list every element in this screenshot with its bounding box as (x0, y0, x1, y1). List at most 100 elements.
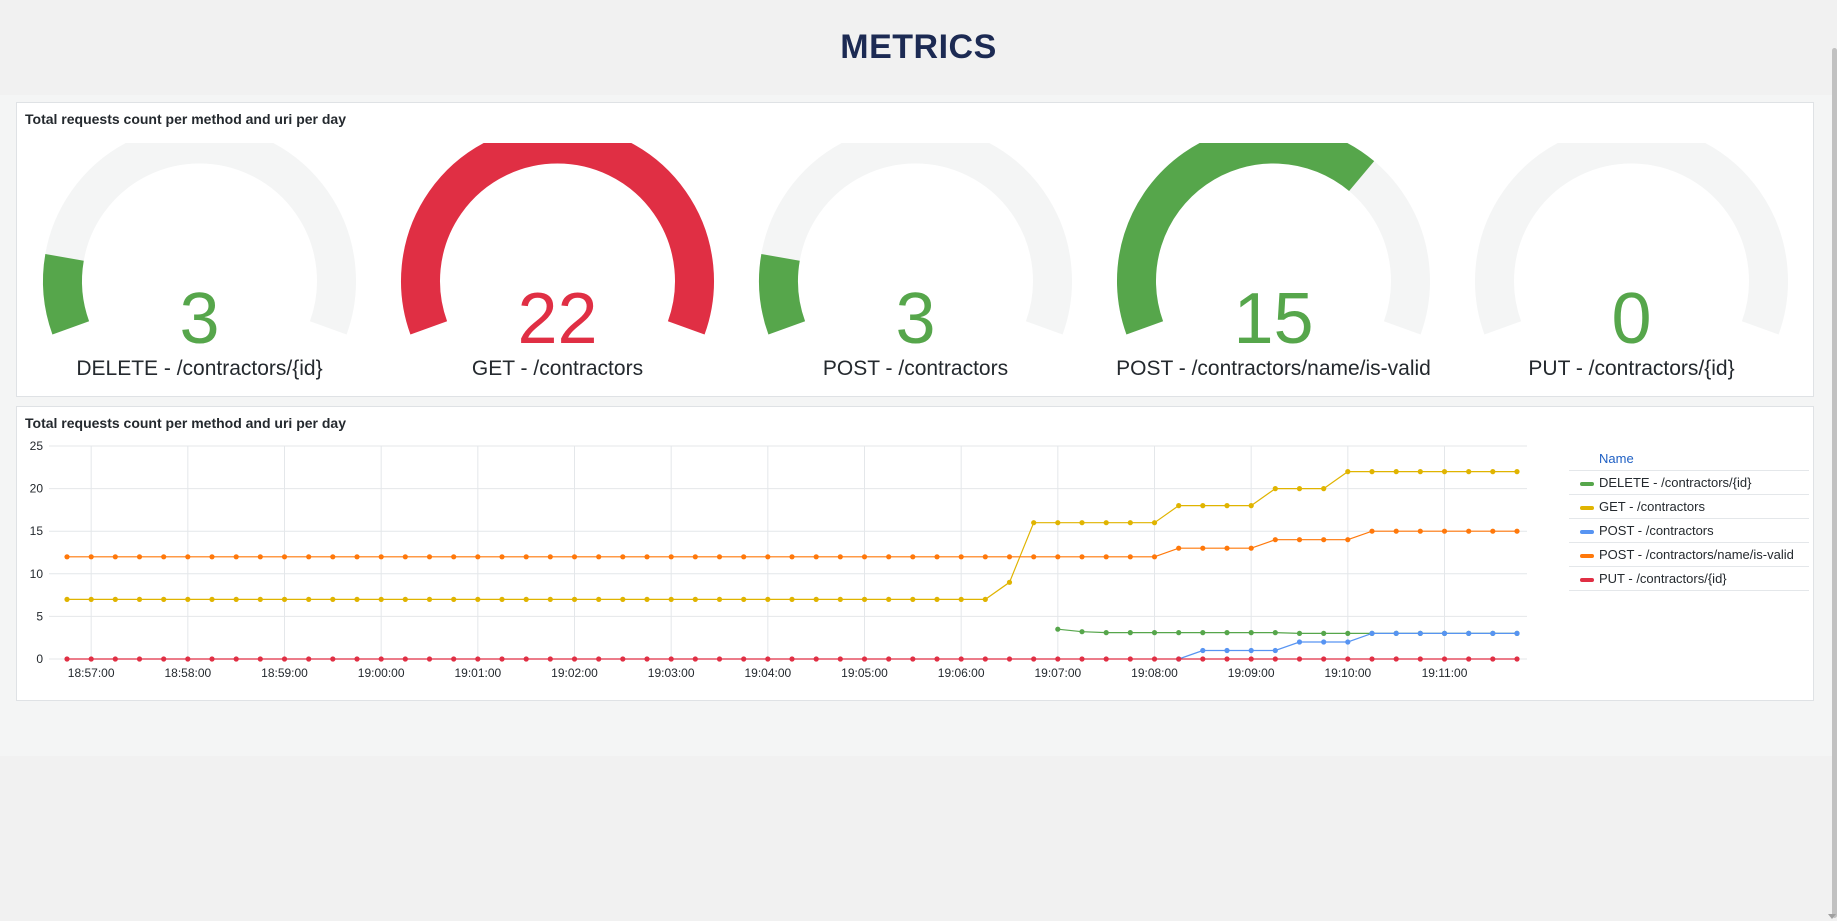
data-point (354, 596, 360, 602)
data-point (596, 656, 602, 662)
data-point (1417, 630, 1423, 636)
data-point (1272, 656, 1278, 662)
gauge-3: 3 POST - /contractors (743, 143, 1088, 393)
data-point (668, 656, 674, 662)
data-point (257, 554, 263, 560)
data-point (306, 554, 312, 560)
data-point (596, 554, 602, 560)
data-point (402, 656, 408, 662)
data-point (1514, 656, 1520, 662)
data-point (1466, 528, 1472, 534)
data-point (620, 656, 626, 662)
data-point (547, 596, 553, 602)
x-tick-label: 19:10:00 (1324, 666, 1371, 677)
legend-item[interactable]: DELETE - /contractors/{id} (1569, 471, 1809, 495)
data-point (644, 554, 650, 560)
legend-label: GET - /contractors (1599, 499, 1705, 514)
data-point (547, 656, 553, 662)
gauge-1: 3 DELETE - /contractors/{id} (27, 143, 372, 393)
y-tick-label: 10 (30, 567, 44, 581)
scroll-down-arrow-icon[interactable] (1828, 914, 1836, 919)
gauge-value: 15 (1233, 279, 1314, 359)
data-point (426, 596, 433, 602)
x-tick-label: 19:03:00 (648, 666, 695, 677)
data-point (185, 554, 191, 560)
data-point (886, 596, 892, 602)
legend-item[interactable]: GET - /contractors (1569, 495, 1809, 519)
x-tick-label: 18:58:00 (164, 666, 211, 677)
data-point (378, 554, 384, 560)
data-point (668, 554, 674, 560)
data-point (716, 596, 723, 602)
data-point (1514, 528, 1520, 534)
data-point (1369, 630, 1375, 636)
data-point (861, 554, 868, 560)
data-point (1006, 554, 1013, 560)
data-point (209, 656, 215, 662)
data-point (1272, 647, 1278, 654)
data-point (1272, 630, 1278, 636)
data-point (958, 554, 964, 560)
series-line (1057, 628, 1517, 634)
y-tick-label: 5 (36, 609, 43, 623)
data-point (64, 596, 70, 602)
data-point (668, 596, 674, 602)
legend-item[interactable]: PUT - /contractors/{id} (1569, 567, 1809, 591)
legend-swatch (1580, 506, 1594, 510)
legend-header-name[interactable]: Name (1569, 447, 1809, 471)
data-point (571, 656, 578, 662)
legend-swatch (1580, 482, 1594, 486)
gauge-label: PUT - /contractors/{id} (1528, 357, 1735, 380)
data-point (1441, 630, 1448, 636)
chart-legend: Name DELETE - /contractors/{id} GET - /co… (1569, 447, 1809, 591)
data-point (1151, 520, 1158, 526)
data-point (402, 596, 408, 602)
data-point (1079, 520, 1085, 526)
gauge-value: 3 (895, 279, 936, 359)
data-point (620, 554, 626, 560)
data-point (1200, 503, 1206, 509)
data-point (1103, 520, 1109, 526)
data-point (1200, 656, 1206, 662)
data-point (1490, 656, 1496, 662)
data-point (1224, 656, 1230, 662)
data-point (330, 554, 336, 560)
data-point (813, 596, 819, 602)
data-point (1417, 469, 1423, 475)
gauge-5: 0 PUT - /contractors/{id} (1459, 143, 1804, 393)
data-point (354, 554, 360, 560)
data-point (1345, 656, 1351, 662)
data-point (88, 554, 94, 560)
data-point (1176, 630, 1182, 636)
data-point (1296, 639, 1303, 645)
legend-item[interactable]: POST - /contractors (1569, 519, 1809, 543)
data-point (1345, 537, 1351, 543)
gauge-label: POST - /contractors (822, 357, 1009, 380)
legend-item[interactable]: POST - /contractors/name/is-valid (1569, 543, 1809, 567)
data-point (233, 554, 239, 560)
data-point (209, 554, 215, 560)
data-point (1296, 486, 1303, 492)
page-scrollbar[interactable] (1832, 48, 1837, 918)
gauge-label: DELETE - /contractors/{id} (76, 357, 323, 380)
page-header: METRICS (0, 0, 1837, 95)
data-point (499, 596, 505, 602)
data-point (1055, 656, 1061, 662)
data-point (1369, 528, 1375, 534)
data-point (185, 596, 191, 602)
data-point (1200, 545, 1206, 551)
data-point (934, 554, 940, 560)
data-point (1224, 647, 1230, 654)
x-tick-label: 19:02:00 (551, 666, 598, 677)
gauge-value: 0 (1611, 279, 1652, 359)
data-point (934, 656, 940, 662)
gauge-panel-title: Total requests count per method and uri … (25, 111, 347, 127)
data-point (136, 554, 143, 560)
data-point (1393, 630, 1399, 636)
data-point (354, 656, 360, 662)
data-point (1296, 537, 1303, 543)
data-point (1514, 469, 1520, 475)
data-point (1055, 520, 1061, 526)
data-point (1103, 630, 1109, 636)
data-point (1490, 469, 1496, 475)
